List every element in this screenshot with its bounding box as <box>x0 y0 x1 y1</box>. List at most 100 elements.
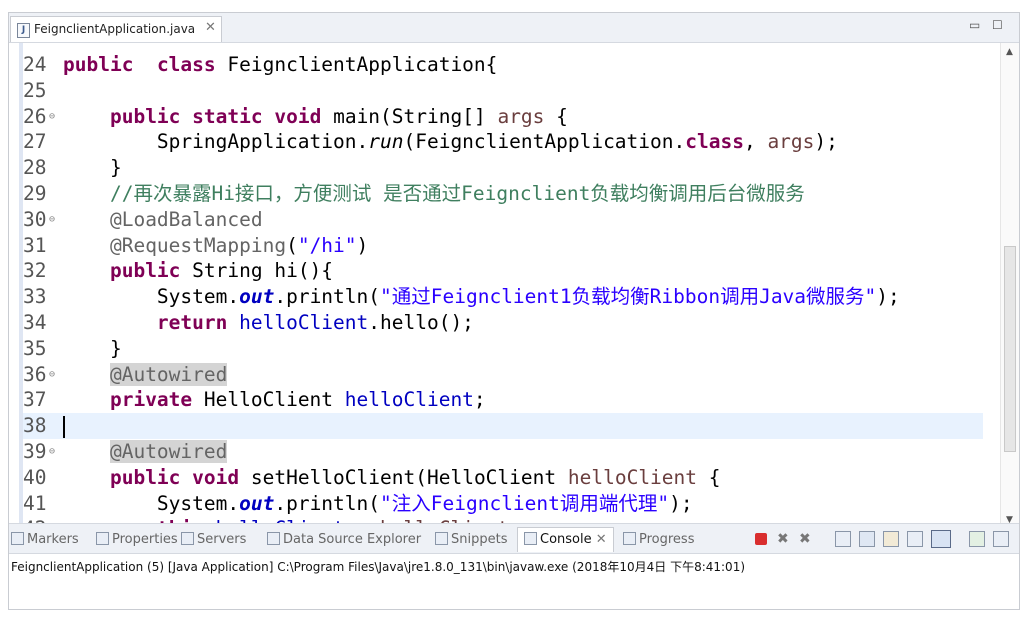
code-line[interactable]: 25 <box>23 78 983 104</box>
vertical-scrollbar[interactable]: ▲ ▼ <box>1000 43 1019 530</box>
view-tab-label: Properties <box>112 532 178 547</box>
close-view-icon[interactable]: ✕ <box>592 532 607 547</box>
code-token: System. <box>63 285 240 309</box>
line-number: 40 <box>23 465 47 489</box>
code-token: void <box>274 104 322 128</box>
view-tab-label: Data Source Explorer <box>283 532 422 547</box>
code-token: out <box>239 285 275 309</box>
fold-toggle-icon[interactable]: ⊖ <box>49 207 63 233</box>
view-tab-console[interactable]: Console ✕ <box>517 527 614 552</box>
code-line[interactable]: 39 ⊖ @Autowired <box>23 439 983 465</box>
terminate-icon[interactable] <box>755 533 767 545</box>
remove-all-icon[interactable]: ✖ <box>799 531 815 547</box>
maximize-icon[interactable]: ☐ <box>992 18 1003 32</box>
code-token: ); <box>876 285 900 309</box>
minimize-view-icon[interactable] <box>993 531 1009 547</box>
code-token: ); <box>814 130 838 154</box>
code-line[interactable]: 34 return helloClient.hello(); <box>23 310 983 336</box>
code-line[interactable]: 30 ⊖ @LoadBalanced <box>23 207 983 233</box>
remove-launch-icon[interactable]: ✖ <box>777 531 793 547</box>
line-number: 38 <box>23 414 47 438</box>
line-number: 30 <box>23 207 47 231</box>
word-wrap-icon[interactable] <box>883 531 899 547</box>
view-tab-progress[interactable]: Progress <box>623 528 694 552</box>
view-tab-servers[interactable]: Servers <box>181 528 246 552</box>
code-token: ); <box>669 491 693 515</box>
open-console-icon[interactable] <box>969 531 985 547</box>
view-tab-label: Progress <box>639 532 695 547</box>
code-editor[interactable]: 24 public class FeignclientApplication{25… <box>9 43 1019 548</box>
fold-toggle-icon[interactable]: ⊖ <box>49 104 63 130</box>
code-line[interactable]: 27 SpringApplication.run(FeignclientAppl… <box>23 129 983 155</box>
editor-tab[interactable]: J FeignclientApplication.java ✕ <box>10 16 222 42</box>
clear-console-icon[interactable] <box>835 531 851 547</box>
progress-icon <box>623 532 636 545</box>
code-token: FeignclientApplication{ <box>215 53 498 76</box>
line-number: 31 <box>23 233 47 257</box>
code-token: class <box>156 53 216 76</box>
scroll-up-icon[interactable]: ▲ <box>1006 47 1013 57</box>
pin-console-icon[interactable] <box>907 531 923 547</box>
console-status-line: FeignclientApplication (5) [Java Applica… <box>11 560 746 574</box>
code-line[interactable]: 37 private HelloClient helloClient; <box>23 387 983 413</box>
vertical-scroll-thumb[interactable] <box>1004 246 1016 452</box>
code-token: return <box>156 311 228 334</box>
code-line[interactable]: 38 <box>23 413 983 440</box>
view-tab-snippets[interactable]: Snippets <box>435 528 507 552</box>
line-number: 37 <box>23 388 47 412</box>
code-line[interactable]: 29 //再次暴露Hi接口，方便测试 是否通过Feignclient负载均衡调用… <box>23 181 983 207</box>
fold-toggle-icon[interactable]: ⊖ <box>49 362 63 388</box>
editor-tabbar: J FeignclientApplication.java ✕ ▭ ☐ <box>9 13 1019 43</box>
code-token: main(String[] <box>321 104 498 128</box>
code-line[interactable]: 40 public void setHelloClient(HelloClien… <box>23 465 983 491</box>
view-tab-label: Servers <box>197 532 247 547</box>
code-token: , <box>743 130 768 154</box>
code-token: run <box>368 130 404 154</box>
code-token: (FeignclientApplication. <box>403 130 686 154</box>
code-line[interactable]: 32 public String hi(){ <box>23 258 983 284</box>
code-token: } <box>63 156 122 180</box>
code-token: @Autowired <box>109 362 228 386</box>
code-line[interactable]: 24 public class FeignclientApplication{ <box>23 52 983 78</box>
code-area[interactable]: 24 public class FeignclientApplication{25… <box>23 43 983 530</box>
code-token: { <box>544 104 568 128</box>
scroll-lock-icon[interactable] <box>859 531 875 547</box>
code-line[interactable]: 41 System.out.println("注入Feignclient调用端代… <box>23 491 983 517</box>
console-icon <box>524 532 537 545</box>
line-number: 36 <box>23 362 47 386</box>
code-token: void <box>192 465 240 489</box>
code-token: public <box>109 104 181 128</box>
code-token: ; <box>473 388 486 412</box>
code-token: @RequestMapping <box>109 233 287 257</box>
editor-tab-label: FeignclientApplication.java <box>34 22 196 36</box>
code-line[interactable]: 26 ⊖ public static void main(String[] arg… <box>23 104 983 130</box>
code-token: @LoadBalanced <box>109 207 263 231</box>
view-tab-markers[interactable]: Markers <box>11 528 79 552</box>
code-line[interactable]: 36 ⊖ @Autowired <box>23 362 983 388</box>
minimize-icon[interactable]: ▭ <box>969 18 980 32</box>
view-tab-data-source-explorer[interactable]: Data Source Explorer <box>267 528 421 552</box>
code-token: args <box>767 130 815 154</box>
code-token: static <box>192 104 263 128</box>
fold-toggle-icon[interactable]: ⊖ <box>49 439 63 465</box>
view-tabbar: ✖ ✖ Markers Properties Servers Data Source … <box>9 524 1019 554</box>
code-line[interactable]: 31 @RequestMapping("/hi") <box>23 233 983 259</box>
code-line[interactable]: 35 } <box>23 336 983 362</box>
view-tab-properties[interactable]: Properties <box>96 528 178 552</box>
code-token: setHelloClient(HelloClient <box>239 465 568 489</box>
code-token: public <box>109 259 181 283</box>
line-number: 33 <box>23 285 47 309</box>
data-source-icon <box>267 532 280 545</box>
code-token: helloClient <box>567 465 698 489</box>
code-line[interactable]: 33 System.out.println("通过Feignclient1负载均… <box>23 284 983 310</box>
code-token: public <box>109 465 181 489</box>
console-panel: ✖ ✖ Markers Properties Servers Data Source … <box>9 523 1019 609</box>
close-tab-icon[interactable]: ✕ <box>205 20 216 35</box>
markers-icon <box>11 532 24 545</box>
eclipse-window: J FeignclientApplication.java ✕ ▭ ☐ 24 pu… <box>8 12 1020 610</box>
code-line[interactable]: 28 } <box>23 155 983 181</box>
line-number: 27 <box>23 130 47 154</box>
display-console-icon[interactable] <box>931 530 951 548</box>
